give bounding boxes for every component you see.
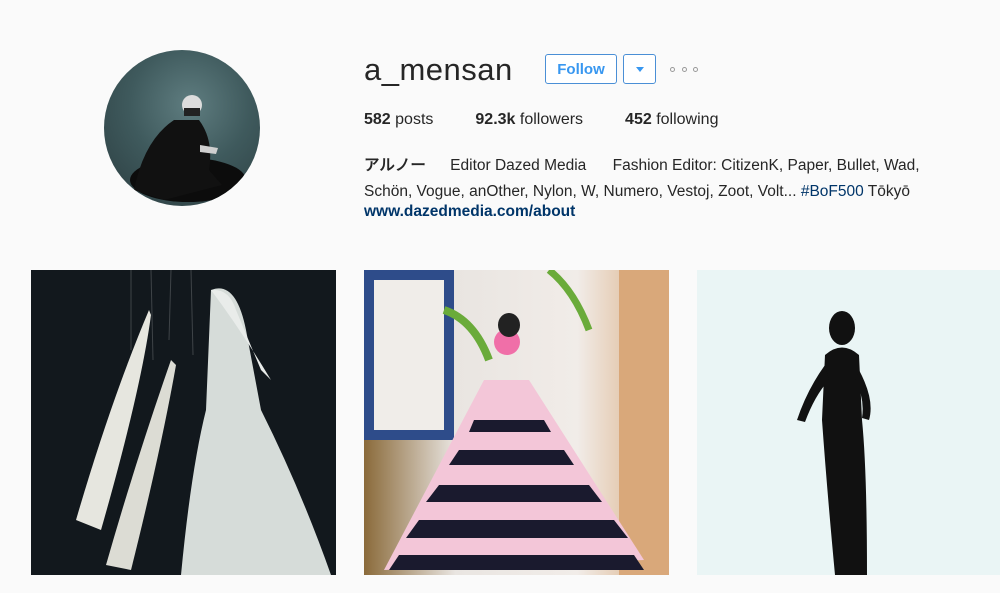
caret-down-icon <box>635 66 644 72</box>
following-label: following <box>656 111 719 128</box>
followers-count: 92.3k <box>475 111 516 128</box>
bio-text-editor: Editor Dazed Media <box>450 157 587 174</box>
profile-bio: アルノー Editor Dazed Media Fashion Editor: … <box>364 153 989 205</box>
bio-text-publications: Schön, Vogue, anOther, Nylon, W, Numero,… <box>364 183 797 200</box>
profile-username: a_mensan <box>364 52 513 87</box>
profile-website-link[interactable]: www.dazedmedia.com/about <box>364 203 575 221</box>
posts-count: 582 <box>364 111 391 128</box>
post-thumbnail[interactable] <box>31 270 336 575</box>
striped-gown-image <box>364 270 669 575</box>
dot <box>670 66 675 72</box>
post-thumbnail[interactable] <box>364 270 669 575</box>
bio-text-fashion: Fashion Editor: CitizenK, Paper, Bullet,… <box>612 157 920 174</box>
posts-stat: 582 posts <box>364 111 433 129</box>
profile-full-name: アルノー <box>364 157 426 174</box>
more-options-icon[interactable] <box>670 63 698 75</box>
post-thumbnail[interactable] <box>697 270 1000 575</box>
follow-button[interactable]: Follow <box>545 54 617 84</box>
posts-label: posts <box>395 111 434 128</box>
profile-stats: 582 posts 92.3k followers 452 following <box>364 111 760 129</box>
following-stat[interactable]: 452 following <box>625 111 718 129</box>
avatar-image <box>130 95 246 202</box>
bio-location: Tōkyō <box>867 183 910 200</box>
profile-avatar[interactable] <box>104 50 260 206</box>
followers-label: followers <box>519 111 584 128</box>
dot <box>681 66 687 72</box>
follow-dropdown-button[interactable] <box>623 54 656 84</box>
peacock-bride-image <box>31 270 336 575</box>
followers-stat[interactable]: 92.3k followers <box>475 111 583 129</box>
dot <box>693 66 698 72</box>
bio-hashtag-link[interactable]: #BoF500 <box>801 183 864 200</box>
silhouette-figure-image <box>697 270 1000 575</box>
following-count: 452 <box>625 111 652 128</box>
